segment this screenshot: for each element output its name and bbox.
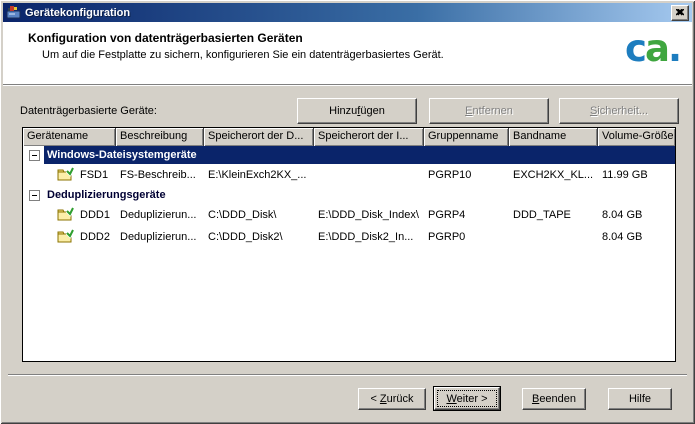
device-description: FS-Beschreib... [116, 169, 204, 181]
group-label: Windows-Dateisystemgeräte [44, 146, 675, 164]
footer-divider [8, 374, 687, 376]
group-label: Deduplizierungsgeräte [44, 186, 675, 204]
column-header-bandname[interactable]: Bandname [509, 128, 598, 146]
group-row-windows-dateisystemgeraete[interactable]: Windows-Dateisystemgeräte [23, 146, 675, 164]
device-volume-size: 8.04 GB [598, 231, 675, 243]
column-header-geraetename[interactable]: Gerätename [23, 128, 116, 146]
remove-button: Entfernen [429, 98, 549, 124]
device-group-name: PGRP4 [424, 209, 509, 221]
device-name: DDD2 [80, 231, 110, 243]
group-row-deduplizierungsgeraete[interactable]: Deduplizierungsgeräte [23, 186, 675, 204]
device-tape-name: DDD_TAPE [509, 209, 598, 221]
folder-check-icon [57, 229, 74, 246]
device-index-location: E:\DDD_Disk_Index\ [314, 209, 424, 221]
device-description: Deduplizierun... [116, 231, 204, 243]
table-header-row: Gerätename Beschreibung Speicherort der … [23, 128, 675, 146]
table-row[interactable]: FSD1 FS-Beschreib... E:\KleinExch2KX_...… [23, 164, 675, 186]
device-index-location: E:\DDD_Disk2_In... [314, 231, 424, 243]
device-volume-size: 8.04 GB [598, 209, 675, 221]
device-name: FSD1 [80, 169, 108, 181]
help-button[interactable]: Hilfe [608, 388, 672, 410]
column-header-speicherort-index[interactable]: Speicherort der I... [314, 128, 424, 146]
table-row[interactable]: DDD1 Deduplizierun... C:\DDD_Disk\ E:\DD… [23, 204, 675, 226]
window-title: Gerätekonfiguration [25, 7, 671, 19]
column-header-gruppenname[interactable]: Gruppenname [424, 128, 509, 146]
device-volume-size: 11.99 GB [598, 169, 675, 181]
add-button[interactable]: Hinzufügen [297, 98, 417, 124]
folder-check-icon [57, 207, 74, 224]
page-subtitle: Um auf die Festplatte zu sichern, konfig… [42, 49, 444, 61]
app-icon [6, 5, 21, 20]
title-bar[interactable]: Gerätekonfiguration [3, 3, 692, 22]
exit-button[interactable]: Beenden [522, 388, 586, 410]
ca-logo: ca. [625, 30, 680, 67]
device-description: Deduplizierun... [116, 209, 204, 221]
table-row[interactable]: DDD2 Deduplizierun... C:\DDD_Disk2\ E:\D… [23, 226, 675, 248]
device-data-location: E:\KleinExch2KX_... [204, 169, 314, 181]
folder-check-icon [57, 167, 74, 184]
close-icon[interactable] [671, 5, 689, 21]
device-data-location: C:\DDD_Disk2\ [204, 231, 314, 243]
back-button[interactable]: < Zurück [358, 388, 426, 410]
column-header-speicherort-daten[interactable]: Speicherort der D... [204, 128, 314, 146]
device-tape-name: EXCH2KX_KL... [509, 169, 598, 181]
collapse-icon[interactable] [29, 190, 40, 201]
security-button: Sicherheit... [559, 98, 679, 124]
wizard-header: Konfiguration von datenträgerbasierten G… [3, 22, 692, 85]
device-group-name: PGRP0 [424, 231, 509, 243]
device-group-name: PGRP10 [424, 169, 509, 181]
column-header-beschreibung[interactable]: Beschreibung [116, 128, 204, 146]
column-header-volume-groesse[interactable]: Volume-Größe [598, 128, 675, 146]
page-title: Konfiguration von datenträgerbasierten G… [28, 31, 303, 45]
device-configuration-dialog: { "window": { "title": "Gerätekonfigurat… [0, 0, 695, 424]
device-name: DDD1 [80, 209, 110, 221]
device-table: Gerätename Beschreibung Speicherort der … [22, 127, 676, 362]
device-list-label: Datenträgerbasierte Geräte: [20, 105, 157, 117]
next-button[interactable]: Weiter > [433, 386, 501, 411]
device-data-location: C:\DDD_Disk\ [204, 209, 314, 221]
collapse-icon[interactable] [29, 150, 40, 161]
